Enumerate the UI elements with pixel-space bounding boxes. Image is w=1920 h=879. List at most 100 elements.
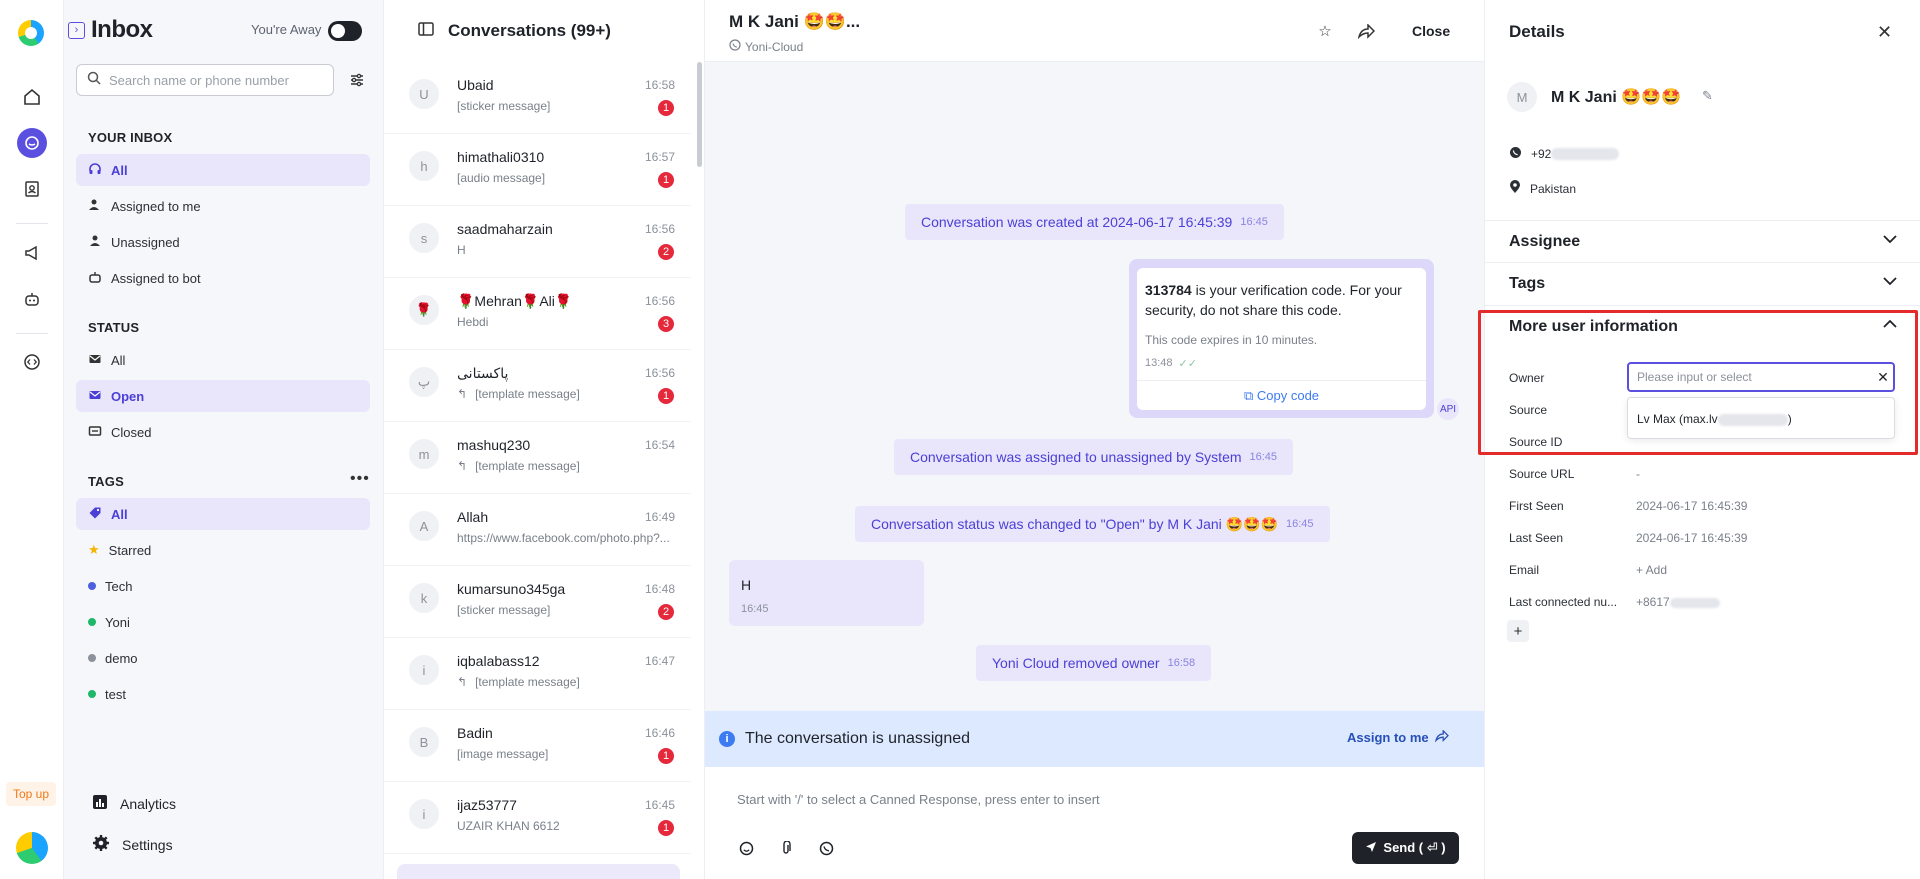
- country-label: Pakistan: [1530, 181, 1577, 196]
- conversation-row[interactable]: A Allah https://www.facebook.com/photo.php…: [384, 494, 691, 566]
- tag-item-test[interactable]: test: [76, 678, 370, 710]
- user-question-icon: [88, 234, 102, 251]
- close-details-icon[interactable]: ✕: [1877, 22, 1892, 43]
- search-input[interactable]: [109, 72, 333, 88]
- template-footer: This code expires in 10 minutes.: [1145, 333, 1318, 347]
- conversation-scrollbar[interactable]: [697, 62, 702, 167]
- user-info-key: Email: [1509, 563, 1540, 577]
- status-item-open[interactable]: Open: [76, 380, 370, 412]
- assignee-section[interactable]: Assignee: [1485, 220, 1920, 262]
- sidebar-toggle-icon[interactable]: [418, 21, 434, 41]
- inbox-chat-icon[interactable]: [16, 127, 48, 159]
- collapse-nav-icon[interactable]: ›: [68, 21, 85, 39]
- system-message-time: 16:45: [1249, 451, 1278, 463]
- user-info-value: 2024-06-17 16:45:39: [1636, 499, 1747, 513]
- tag-item-label: Starred: [108, 542, 152, 558]
- conversation-row[interactable]: m mashuq230 ↰ [template message] 16:54: [384, 422, 691, 494]
- unread-badge: 2: [658, 604, 674, 620]
- contacts-icon[interactable]: [16, 173, 48, 205]
- conversation-preview-text: [audio message]: [457, 171, 546, 185]
- conversation-row[interactable]: i ijaz53777 UZAIR KHAN 6612 16:45 1: [384, 782, 691, 854]
- tag-item-label: demo: [105, 650, 138, 666]
- conversation-row[interactable]: B Badin [image message] 16:46 1: [384, 710, 691, 782]
- status-item-label: Open: [111, 388, 145, 404]
- transfer-icon[interactable]: [1357, 22, 1375, 40]
- conversation-row[interactable]: h himathali0310 [audio message] 16:57 1: [384, 134, 691, 206]
- tags-more-icon[interactable]: •••: [350, 470, 370, 488]
- conversation-preview-text: [template message]: [475, 675, 580, 689]
- chat-panel: M K Jani 🤩🤩... Yoni-Cloud ☆ Close Conver…: [705, 0, 1484, 879]
- settings-link[interactable]: Settings: [92, 834, 173, 855]
- message-composer[interactable]: Start with '/' to select a Canned Respon…: [705, 767, 1484, 879]
- user-info-key: Last Seen: [1509, 531, 1564, 545]
- status-item-all[interactable]: All: [76, 344, 370, 376]
- filter-icon[interactable]: [347, 70, 367, 90]
- tag-item-all[interactable]: All: [76, 498, 370, 530]
- conversation-preview: H: [457, 243, 672, 257]
- add-field-button[interactable]: +: [1507, 620, 1529, 642]
- away-toggle[interactable]: [328, 21, 362, 41]
- conversation-row[interactable]: i iqbalabass12 ↰ [template message] 16:47: [384, 638, 691, 710]
- template-divider: [1137, 380, 1426, 381]
- conversation-row[interactable]: s saadmaharzain H 16:56 2: [384, 206, 691, 278]
- tags-section[interactable]: Tags: [1485, 262, 1920, 304]
- broadcast-icon[interactable]: [16, 237, 48, 269]
- reply-icon: ↰: [457, 459, 468, 473]
- tag-item-demo[interactable]: demo: [76, 642, 370, 674]
- conversation-time: 16:45: [644, 798, 675, 812]
- tag-item-tech[interactable]: Tech: [76, 570, 370, 602]
- conversation-preview-text: [sticker message]: [457, 99, 551, 113]
- tags-section-label: Tags: [1509, 275, 1546, 292]
- conversation-next-item[interactable]: [397, 864, 680, 879]
- conversation-row[interactable]: U Ubaid [sticker message] 16:58 1: [384, 62, 691, 134]
- account-avatar[interactable]: [16, 832, 48, 864]
- conversation-row[interactable]: 🌹 🌹Mehran🌹Ali🌹 Hebdi 16:56 3: [384, 278, 691, 350]
- conversation-avatar: s: [409, 223, 439, 253]
- emoji-icon[interactable]: [737, 839, 755, 857]
- incoming-message: H 16:45: [729, 560, 924, 626]
- inbox-item-assigned-to-bot[interactable]: Assigned to bot: [76, 262, 370, 294]
- inbox-panel: › Inbox You're Away YOUR INBOX All Assig…: [64, 0, 384, 879]
- conversation-time: 16:54: [644, 438, 675, 452]
- close-conversation-button[interactable]: Close: [1412, 23, 1450, 39]
- template-card: 313784 is your verification code. For yo…: [1137, 268, 1426, 410]
- add-email-link[interactable]: + Add: [1636, 563, 1667, 577]
- tag-item-label: Yoni: [105, 614, 130, 630]
- info-icon: i: [719, 731, 735, 747]
- status-item-closed[interactable]: Closed: [76, 416, 370, 448]
- attachment-icon[interactable]: [777, 839, 795, 857]
- star-icon[interactable]: ☆: [1316, 22, 1334, 40]
- status-item-label: All: [111, 352, 126, 368]
- send-button[interactable]: Send ( ⏎ ): [1352, 832, 1459, 864]
- tag-color-dot: [88, 618, 96, 626]
- home-icon[interactable]: [16, 81, 48, 113]
- composer-placeholder: Start with '/' to select a Canned Respon…: [737, 792, 1100, 807]
- status-item-label: Closed: [111, 424, 152, 440]
- incoming-message-text: H: [741, 577, 752, 593]
- analytics-link[interactable]: Analytics: [92, 794, 176, 813]
- inbox-item-unassigned[interactable]: Unassigned: [76, 226, 370, 258]
- user-info-value-text: -: [1636, 467, 1640, 481]
- top-up-button[interactable]: Top up: [6, 782, 56, 806]
- assignee-section-label: Assignee: [1509, 233, 1581, 250]
- send-icon: [1365, 841, 1377, 856]
- developer-icon[interactable]: [16, 346, 48, 378]
- highlight-box: [1478, 310, 1918, 455]
- conversation-preview: [audio message]: [457, 171, 672, 185]
- edit-name-icon[interactable]: ✎: [1702, 88, 1713, 104]
- whatsapp-template-icon[interactable]: [817, 839, 835, 857]
- copy-code-button[interactable]: ⧉ Copy code: [1137, 388, 1426, 404]
- tag-item-starred[interactable]: ★ Starred: [76, 534, 370, 566]
- inbox-item-all[interactable]: All: [76, 154, 370, 186]
- brand-logo[interactable]: [18, 20, 44, 46]
- conversation-name: saadmaharzain: [457, 221, 553, 237]
- inbox-item-assigned-to-me[interactable]: Assigned to me: [76, 190, 370, 222]
- system-message-text: Conversation was created at 2024-06-17 1…: [921, 214, 1233, 230]
- conversation-row[interactable]: پ پاکستانی ↰ [template message] 16:56 1: [384, 350, 691, 422]
- star-icon: ★: [88, 542, 100, 557]
- user-info-value-text: 2024-06-17 16:45:39: [1636, 499, 1748, 513]
- tag-item-yoni[interactable]: Yoni: [76, 606, 370, 638]
- assign-to-me-button[interactable]: Assign to me: [1347, 729, 1449, 745]
- bot-icon[interactable]: [16, 283, 48, 315]
- conversation-row[interactable]: k kumarsuno345ga [sticker message] 16:48 2: [384, 566, 691, 638]
